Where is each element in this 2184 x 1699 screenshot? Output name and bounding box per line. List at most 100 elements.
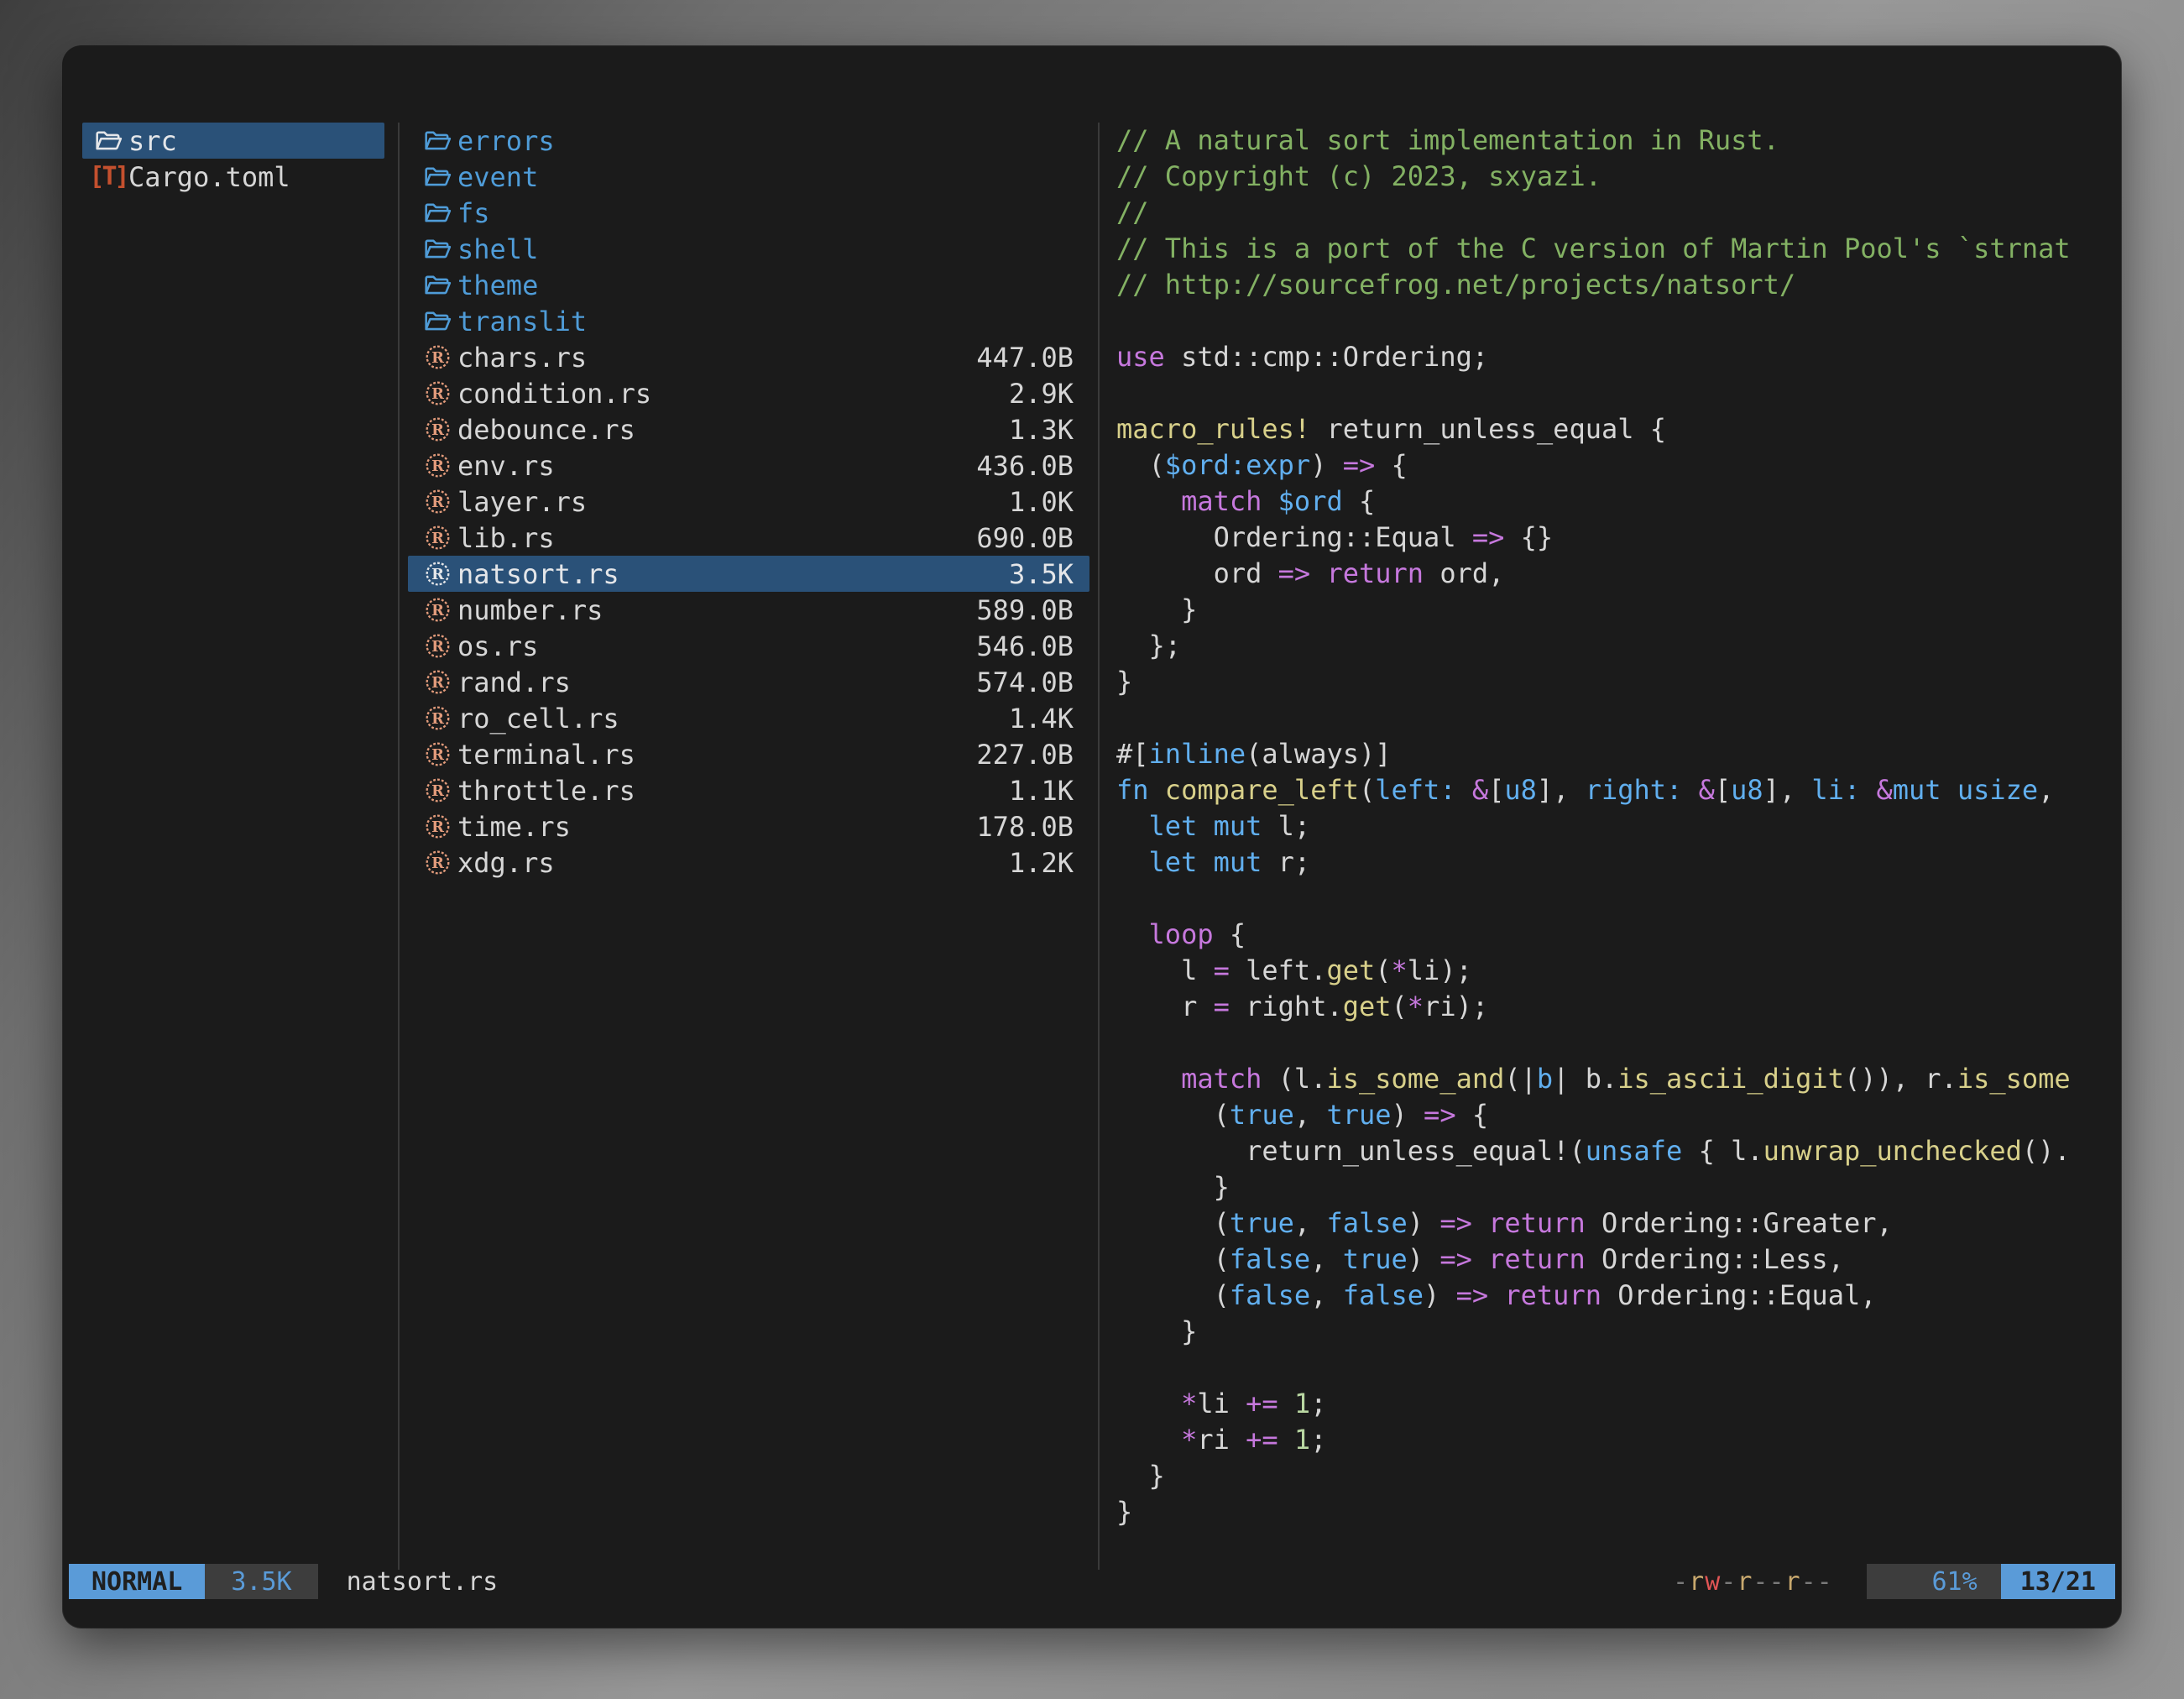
rust-file-icon: R [422,523,452,553]
current-pane: errorseventfsshellthemetranslitRchars.rs… [400,123,1098,1570]
entry-size: 2.9K [1009,378,1074,410]
entry-name: errors [457,125,1074,157]
file-row-rand.rs[interactable]: Rrand.rs574.0B [408,664,1089,700]
open-folder-icon [422,270,452,301]
entry-name: os.rs [457,630,976,662]
code-line [1116,881,2121,917]
entry-name: terminal.rs [457,739,976,771]
code-line: #[inline(always)] [1116,736,2121,772]
file-row-condition.rs[interactable]: Rcondition.rs2.9K [408,375,1089,411]
code-line: } [1116,1458,2121,1494]
rust-file-icon: R [422,595,452,625]
file-row-chars.rs[interactable]: Rchars.rs447.0B [408,339,1089,375]
code-line: match $ord { [1116,484,2121,520]
rust-file-icon: R [422,667,452,698]
file-row-throttle.rs[interactable]: Rthrottle.rs1.1K [408,772,1089,808]
svg-text:R: R [431,566,444,583]
file-row-Cargo.toml[interactable]: [T]Cargo.toml [82,159,384,195]
entry-size: 227.0B [976,739,1074,771]
folder-row-theme[interactable]: theme [408,267,1089,303]
svg-text:R: R [431,494,444,511]
svg-text:R: R [431,855,444,872]
code-line: return_unless_equal!(unsafe { l.unwrap_u… [1116,1133,2121,1169]
code-line: ($ord:expr) => { [1116,447,2121,484]
entry-name: natsort.rs [457,558,1009,590]
svg-text:R: R [431,421,444,439]
file-row-env.rs[interactable]: Renv.rs436.0B [408,447,1089,484]
rust-file-icon: R [422,559,452,589]
entry-size: 1.2K [1009,847,1074,879]
code-line: (false, true) => return Ordering::Less, [1116,1242,2121,1278]
code-line: let mut l; [1116,808,2121,844]
entry-size: 546.0B [976,630,1074,662]
folder-row-shell[interactable]: shell [408,231,1089,267]
permissions-text: -rw-r--r-- [1673,1567,1833,1597]
mode-badge: NORMAL [69,1564,205,1599]
code-line [1116,1350,2121,1386]
entry-name: number.rs [457,594,976,626]
parent-pane: src[T]Cargo.toml [63,123,398,1570]
file-row-number.rs[interactable]: Rnumber.rs589.0B [408,592,1089,628]
entry-size: 447.0B [976,342,1074,374]
entry-size: 1.0K [1009,486,1074,518]
status-bar: NORMAL 3.5K natsort.rs -rw-r--r-- 61% 13… [63,1564,2121,1599]
code-line: ord => return ord, [1116,556,2121,592]
yazi-window: src[T]Cargo.toml errorseventfsshelltheme… [63,46,2121,1628]
file-row-xdg.rs[interactable]: Rxdg.rs1.2K [408,844,1089,881]
code-line: *li += 1; [1116,1386,2121,1422]
toml-file-icon: [T] [93,162,123,192]
rust-file-icon: R [422,342,452,373]
folder-row-fs[interactable]: fs [408,195,1089,231]
code-line: } [1116,1494,2121,1530]
file-row-terminal.rs[interactable]: Rterminal.rs227.0B [408,736,1089,772]
code-line: l = left.get(*li); [1116,953,2121,989]
entry-name: throttle.rs [457,775,1009,807]
code-line: // [1116,195,2121,231]
file-row-layer.rs[interactable]: Rlayer.rs1.0K [408,484,1089,520]
folder-row-event[interactable]: event [408,159,1089,195]
code-line [1116,1025,2121,1061]
rust-file-icon: R [422,451,452,481]
cursor-position-badge: 13/21 [2001,1564,2115,1599]
file-row-natsort.rs[interactable]: Rnatsort.rs3.5K [408,556,1089,592]
open-folder-icon [422,234,452,264]
entry-size: 3.5K [1009,558,1074,590]
file-row-lib.rs[interactable]: Rlib.rs690.0B [408,520,1089,556]
open-folder-icon [93,126,123,156]
code-line [1116,303,2121,339]
folder-row-errors[interactable]: errors [408,123,1089,159]
rust-file-icon: R [422,812,452,842]
entry-name: lib.rs [457,522,976,554]
file-row-os.rs[interactable]: Ros.rs546.0B [408,628,1089,664]
code-line: } [1116,592,2121,628]
file-row-debounce.rs[interactable]: Rdebounce.rs1.3K [408,411,1089,447]
svg-text:R: R [431,746,444,764]
code-line: macro_rules! return_unless_equal { [1116,411,2121,447]
panes-container: src[T]Cargo.toml errorseventfsshelltheme… [63,123,2121,1570]
svg-text:R: R [431,710,444,728]
entry-size: 1.3K [1009,414,1074,446]
svg-text:R: R [431,349,444,367]
svg-text:R: R [431,638,444,656]
code-line: (false, false) => return Ordering::Equal… [1116,1278,2121,1314]
entry-size: 1.4K [1009,703,1074,734]
code-line: // Copyright (c) 2023, sxyazi. [1116,159,2121,195]
code-line: (true, false) => return Ordering::Greate… [1116,1205,2121,1242]
folder-row-src[interactable]: src [82,123,384,159]
file-row-time.rs[interactable]: Rtime.rs178.0B [408,808,1089,844]
code-line: Ordering::Equal => {} [1116,520,2121,556]
rust-file-icon: R [422,703,452,734]
entry-size: 1.1K [1009,775,1074,807]
svg-text:R: R [431,674,444,692]
svg-text:R: R [431,818,444,836]
folder-row-translit[interactable]: translit [408,303,1089,339]
entry-name: src [128,125,384,157]
rust-file-icon: R [422,631,452,661]
code-line [1116,375,2121,411]
entry-name: chars.rs [457,342,976,374]
file-row-ro_cell.rs[interactable]: Rro_cell.rs1.4K [408,700,1089,736]
entry-size: 178.0B [976,811,1074,843]
svg-text:R: R [431,457,444,475]
code-line: // This is a port of the C version of Ma… [1116,231,2121,267]
code-line: // http://sourcefrog.net/projects/natsor… [1116,267,2121,303]
